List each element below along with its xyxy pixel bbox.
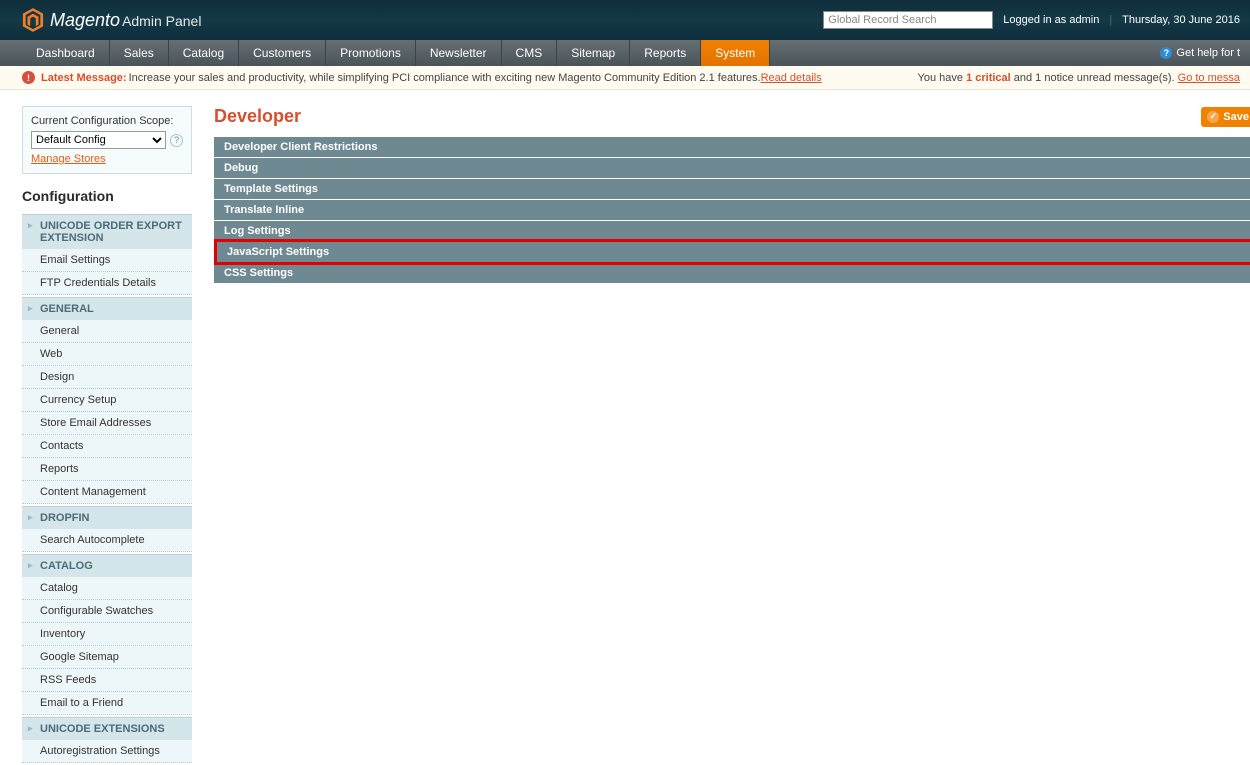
nav-item-system[interactable]: System (701, 40, 770, 66)
nav-item-customers[interactable]: Customers (239, 40, 326, 66)
notice-critical-count: 1 critical (966, 72, 1011, 84)
notice-read-link[interactable]: Read details (761, 72, 822, 84)
brand-text: MagentoAdmin Panel (50, 10, 201, 31)
left-nav-item[interactable]: Inventory (22, 623, 192, 646)
notice-body: Increase your sales and productivity, wh… (129, 72, 761, 84)
brand-sub: Admin Panel (122, 13, 201, 29)
manage-stores-link[interactable]: Manage Stores (31, 153, 106, 165)
accordion-section[interactable]: Translate Inline (214, 200, 1250, 220)
nav-item-catalog[interactable]: Catalog (169, 40, 239, 66)
left-column: Current Configuration Scope: Default Con… (22, 106, 192, 765)
header-date: Thursday, 30 June 2016 (1122, 14, 1240, 26)
scope-help-icon[interactable]: ? (170, 134, 183, 147)
accordion-section[interactable]: Developer Client Restrictions (214, 137, 1250, 157)
accordion-section[interactable]: Template Settings (214, 179, 1250, 199)
left-nav-item[interactable]: Search Autocomplete (22, 529, 192, 552)
nav-item-promotions[interactable]: Promotions (326, 40, 416, 66)
brand-main: Magento (50, 10, 120, 30)
config-scope-box: Current Configuration Scope: Default Con… (22, 106, 192, 174)
left-nav: UNICODE ORDER EXPORT EXTENSIONEmail Sett… (22, 214, 192, 763)
scope-select[interactable]: Default Config (31, 131, 166, 149)
left-nav-item[interactable]: Design (22, 366, 192, 389)
accordion-section[interactable]: JavaScript Settings (214, 239, 1250, 265)
page-body: Current Configuration Scope: Default Con… (0, 90, 1250, 765)
left-nav-section-head[interactable]: GENERAL (22, 297, 192, 320)
save-label: Save (1223, 111, 1249, 123)
main-nav: DashboardSalesCatalogCustomersPromotions… (0, 40, 1250, 66)
save-config-button[interactable]: ✓ Save (1201, 107, 1250, 127)
left-nav-title: Configuration (22, 188, 192, 204)
scope-label: Current Configuration Scope: (31, 115, 183, 127)
notice-bar: ! Latest Message: Increase your sales an… (0, 66, 1250, 90)
nav-help[interactable]: ? Get help for t (1150, 40, 1250, 66)
nav-item-sales[interactable]: Sales (110, 40, 169, 66)
left-nav-item[interactable]: Autoregistration Settings (22, 740, 192, 763)
logged-in-label: Logged in as admin (1003, 14, 1099, 26)
brand-logo[interactable]: MagentoAdmin Panel (22, 8, 201, 32)
left-nav-item[interactable]: General (22, 320, 192, 343)
left-nav-item[interactable]: Catalog (22, 577, 192, 600)
left-nav-item[interactable]: Store Email Addresses (22, 412, 192, 435)
accordion-section[interactable]: Log Settings (214, 221, 1250, 241)
magento-logo-icon (22, 8, 44, 32)
alert-icon: ! (22, 71, 35, 84)
header-separator: | (1109, 14, 1112, 26)
left-nav-item[interactable]: Reports (22, 458, 192, 481)
notice-right: You have 1 critical and 1 notice unread … (918, 72, 1240, 84)
left-nav-item[interactable]: Email Settings (22, 249, 192, 272)
left-nav-section-head[interactable]: UNICODE ORDER EXPORT EXTENSION (22, 214, 192, 249)
nav-item-sitemap[interactable]: Sitemap (557, 40, 630, 66)
notice-goto-link[interactable]: Go to messa (1178, 72, 1240, 84)
nav-item-dashboard[interactable]: Dashboard (22, 40, 110, 66)
accordion-section[interactable]: Debug (214, 158, 1250, 178)
notice-right-mid: and 1 notice unread message(s). (1011, 72, 1178, 84)
left-nav-item[interactable]: Configurable Swatches (22, 600, 192, 623)
accordion-section[interactable]: CSS Settings (214, 263, 1250, 283)
main-content: Developer ✓ Save Developer Client Restri… (214, 106, 1250, 765)
global-search-input[interactable] (823, 11, 993, 29)
nav-item-newsletter[interactable]: Newsletter (416, 40, 502, 66)
left-nav-item[interactable]: Email to a Friend (22, 692, 192, 715)
header-right: Logged in as admin | Thursday, 30 June 2… (823, 11, 1240, 29)
notice-title: Latest Message: (41, 72, 127, 84)
left-nav-item[interactable]: Currency Setup (22, 389, 192, 412)
left-nav-section-head[interactable]: DROPFIN (22, 506, 192, 529)
left-nav-item[interactable]: RSS Feeds (22, 669, 192, 692)
page-title: Developer (214, 106, 301, 127)
left-nav-item[interactable]: FTP Credentials Details (22, 272, 192, 295)
left-nav-item[interactable]: Contacts (22, 435, 192, 458)
left-nav-section-head[interactable]: CATALOG (22, 554, 192, 577)
notice-right-pre: You have (918, 72, 967, 84)
check-icon: ✓ (1207, 111, 1219, 123)
admin-header: MagentoAdmin Panel Logged in as admin | … (0, 0, 1250, 40)
page-head: Developer ✓ Save (214, 106, 1250, 127)
settings-accordion: Developer Client RestrictionsDebugTempla… (214, 137, 1250, 283)
left-nav-item[interactable]: Google Sitemap (22, 646, 192, 669)
help-icon: ? (1160, 47, 1172, 59)
nav-item-cms[interactable]: CMS (502, 40, 558, 66)
left-nav-section-head[interactable]: UNICODE EXTENSIONS (22, 717, 192, 740)
nav-item-reports[interactable]: Reports (630, 40, 701, 66)
left-nav-item[interactable]: Web (22, 343, 192, 366)
help-label: Get help for t (1176, 47, 1240, 59)
left-nav-item[interactable]: Content Management (22, 481, 192, 504)
